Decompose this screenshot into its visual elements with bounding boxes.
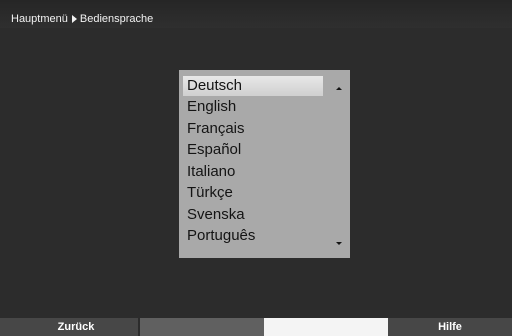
help-button[interactable]: Hilfe [388,318,512,336]
footer-button-bar: Zurück Hilfe [0,318,512,336]
language-option-svenska[interactable]: Svenska [187,205,327,225]
breadcrumb-current: Bediensprache [79,13,154,25]
language-option-italiano[interactable]: Italiano [187,162,327,182]
back-button[interactable]: Zurück [14,318,138,336]
tv-screen: Hauptmenü Bediensprache Deutsch English F… [0,0,512,336]
language-option-portugues[interactable]: Português [187,226,327,246]
language-option-english[interactable]: English [187,97,327,117]
arrow-up-icon[interactable] [336,87,342,90]
triangle-right-icon [71,15,77,23]
yellow-function-button[interactable] [264,318,388,336]
language-option-turkce[interactable]: Türkçe [187,183,327,203]
footer-left-cap [0,318,14,336]
breadcrumb-parent[interactable]: Hauptmenü [11,13,68,25]
language-option-espanol[interactable]: Español [187,140,327,160]
language-option-francais[interactable]: Français [187,119,327,139]
header-bar: Hauptmenü Bediensprache [0,0,512,28]
green-function-button[interactable] [140,318,264,336]
breadcrumb: Hauptmenü Bediensprache [11,13,153,25]
language-selection-panel: Deutsch English Français Español Italian… [179,70,350,258]
language-option-deutsch[interactable]: Deutsch [183,76,323,96]
arrow-down-icon[interactable] [336,242,342,245]
